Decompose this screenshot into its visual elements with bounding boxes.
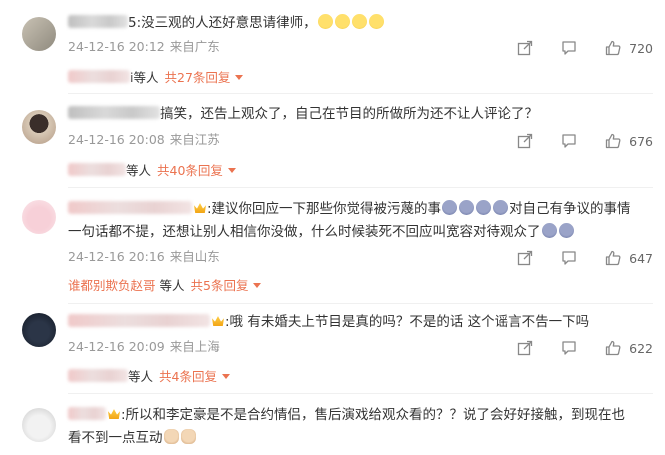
share-icon[interactable] — [517, 250, 533, 266]
reply-count-link[interactable]: 共4条回复 — [159, 369, 217, 384]
replies-summary[interactable]: 等人 共4条回复 — [68, 368, 230, 386]
comment-text: 搞笑，还告上观众了，自己在节目的所做所为还不让人评论了？ — [160, 106, 538, 122]
username-redacted[interactable] — [68, 314, 210, 327]
cat-emoji-icon — [180, 429, 196, 444]
reply-suffix: 等人 — [128, 369, 154, 384]
comment-text-line2: 一句话都不提，还想让别人相信你没做，什么时候装死不回应叫宽容对待观众了 — [68, 224, 541, 240]
crying-emoji-icon — [493, 200, 509, 215]
location: 来自江苏 — [169, 132, 220, 147]
reply-count-link[interactable]: 共27条回复 — [165, 70, 231, 85]
crying-emoji-icon — [541, 223, 557, 238]
comment-text: :哦 有未婚夫上节目是真的吗？不是的话 这个谣言不告一下吗 — [225, 314, 590, 330]
comment-text-line2: 看不到一点互动 — [68, 430, 163, 446]
like-icon[interactable] — [605, 133, 621, 149]
reply-suffix: 等人 — [126, 163, 152, 178]
comment-icon[interactable] — [561, 340, 577, 356]
replies-summary[interactable]: 谁都别欺负赵哥 等人 共5条回复 — [68, 277, 262, 295]
crying-emoji-icon — [442, 200, 458, 215]
username-redacted[interactable] — [68, 15, 128, 28]
laugh-emoji-icon — [351, 14, 367, 29]
chevron-down-icon[interactable] — [227, 168, 236, 173]
like-count: 720 — [629, 40, 653, 56]
avatar[interactable] — [22, 110, 56, 144]
crying-emoji-icon — [459, 200, 475, 215]
username-redacted[interactable] — [68, 201, 192, 214]
divider — [68, 93, 653, 94]
comment-icon[interactable] — [561, 250, 577, 266]
like-count: 676 — [629, 133, 653, 149]
timestamp: 24-12-16 20:16 — [68, 249, 165, 264]
like-count: 647 — [629, 250, 653, 266]
like-icon[interactable] — [605, 340, 621, 356]
share-icon[interactable] — [517, 40, 533, 56]
avatar[interactable] — [22, 200, 56, 234]
replies-summary[interactable]: 等人 共40条回复 — [68, 162, 236, 180]
timestamp: 24-12-16 20:08 — [68, 132, 165, 147]
laugh-emoji-icon — [368, 14, 384, 29]
crown-icon — [194, 203, 206, 213]
location: 来自山东 — [169, 249, 220, 264]
share-icon[interactable] — [517, 133, 533, 149]
avatar[interactable] — [22, 313, 56, 347]
like-count: 622 — [629, 340, 653, 356]
avatar[interactable] — [22, 408, 56, 442]
laugh-emoji-icon — [317, 14, 333, 29]
chevron-down-icon[interactable] — [235, 75, 244, 80]
avatar[interactable] — [22, 17, 56, 51]
location: 来自广东 — [169, 39, 220, 54]
location: 来自上海 — [169, 339, 220, 354]
chevron-down-icon[interactable] — [253, 283, 262, 288]
reply-suffix: 等人 — [133, 70, 159, 85]
timestamp: 24-12-16 20:09 — [68, 339, 165, 354]
replies-summary[interactable]: i等人 共27条回复 — [68, 69, 244, 87]
comment-text: :没三观的人还好意思请律师， — [136, 15, 317, 31]
share-icon[interactable] — [517, 340, 533, 356]
reply-username-redacted[interactable] — [68, 369, 128, 382]
reply-username[interactable]: 谁都别欺负赵哥 — [68, 278, 156, 293]
cat-emoji-icon — [163, 429, 179, 444]
comment-icon[interactable] — [561, 40, 577, 56]
reply-username-redacted[interactable] — [68, 163, 126, 176]
chevron-down-icon[interactable] — [221, 374, 230, 379]
comment-icon[interactable] — [561, 133, 577, 149]
username-redacted[interactable] — [68, 407, 106, 420]
username[interactable]: 5 — [128, 15, 137, 31]
like-icon[interactable] — [605, 250, 621, 266]
divider — [68, 187, 653, 188]
reply-count-link[interactable]: 共5条回复 — [191, 278, 249, 293]
comment-text-cont: 对自己有争议的事情 — [509, 201, 631, 217]
divider — [68, 303, 653, 304]
crown-icon — [108, 409, 120, 419]
like-icon[interactable] — [605, 40, 621, 56]
username-redacted[interactable] — [68, 106, 160, 119]
crying-emoji-icon — [476, 200, 492, 215]
reply-username-redacted[interactable] — [68, 70, 130, 83]
timestamp: 24-12-16 20:12 — [68, 39, 165, 54]
reply-suffix: 等人 — [159, 278, 185, 293]
laugh-emoji-icon — [334, 14, 350, 29]
crying-emoji-icon — [558, 223, 574, 238]
crown-icon — [212, 316, 224, 326]
comment-text: :所以和李定豪是不是合约情侣，售后演戏给观众看的？？说了会好好接触，到现在也 — [121, 407, 626, 423]
comment-text: :建议你回应一下那些你觉得被污蔑的事 — [207, 201, 442, 217]
reply-count-link[interactable]: 共40条回复 — [157, 163, 223, 178]
divider — [68, 393, 653, 394]
